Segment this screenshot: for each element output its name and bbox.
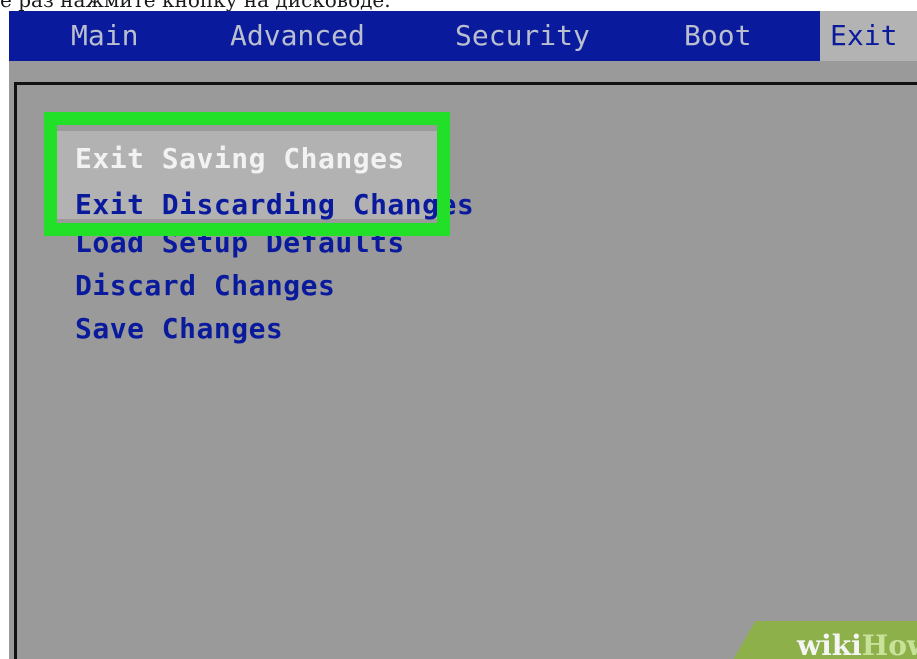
- tab-advanced[interactable]: Advanced: [230, 11, 365, 61]
- highlight-frame: [44, 112, 450, 236]
- watermark-part2: How: [861, 629, 917, 659]
- bios-menu-bar: Main Advanced Security Boot Exit: [9, 11, 917, 61]
- tab-exit[interactable]: Exit: [820, 11, 917, 61]
- menu-item-save-changes[interactable]: Save Changes: [75, 309, 283, 349]
- caption-text: е раз нажмите кнопку на дисководе.: [0, 0, 917, 11]
- watermark-part1: wiki: [797, 629, 862, 659]
- wikihow-watermark: wikiHow: [797, 628, 917, 659]
- menu-item-discard-changes[interactable]: Discard Changes: [75, 266, 335, 306]
- page: е раз нажмите кнопку на дисководе. Main …: [0, 0, 917, 659]
- tab-security[interactable]: Security: [455, 11, 590, 61]
- tab-boot[interactable]: Boot: [684, 11, 751, 61]
- bios-screen: Main Advanced Security Boot Exit Exit Sa…: [9, 11, 917, 659]
- tab-main[interactable]: Main: [71, 11, 138, 61]
